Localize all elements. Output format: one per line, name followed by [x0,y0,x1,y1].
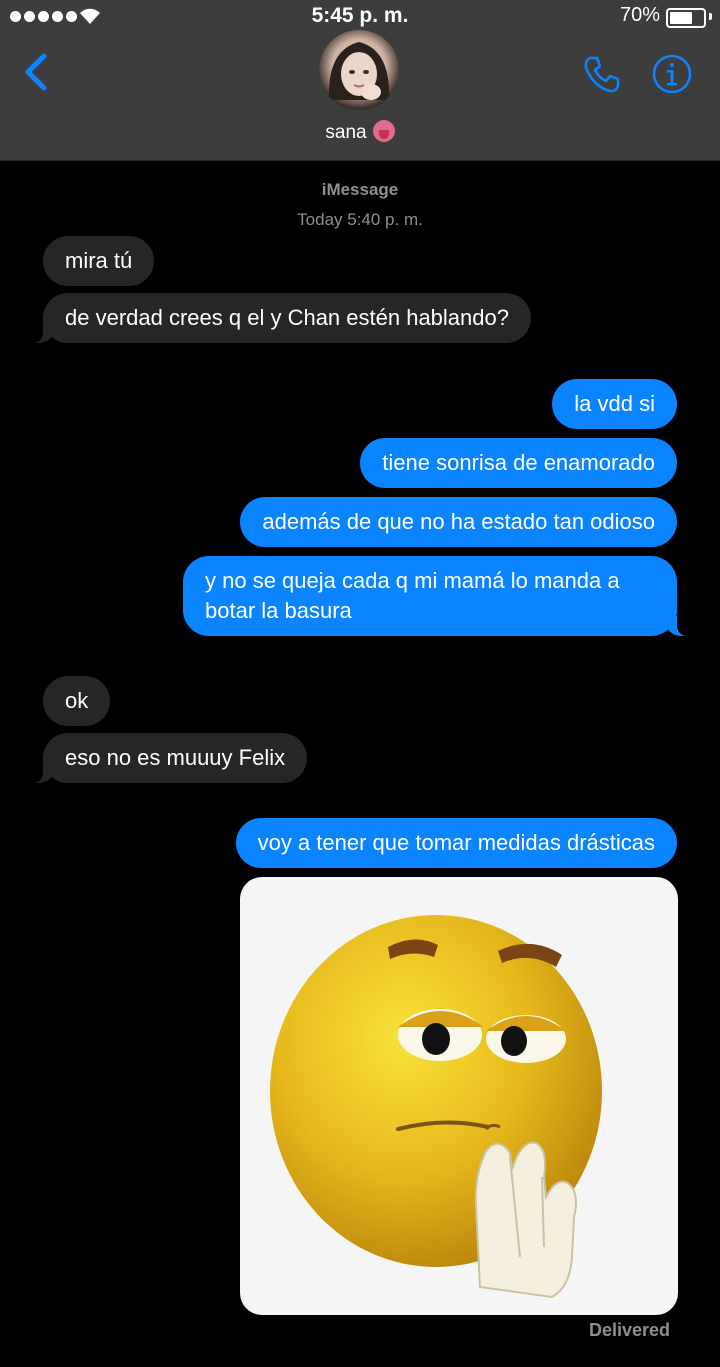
battery-level [670,12,692,24]
contact-name[interactable]: sana [0,120,720,144]
conversation-timestamp: Today 5:40 p. m. [297,210,423,229]
message-text: y no se queja cada q mi mamá lo manda a … [205,568,620,623]
battery-percentage: 70% [619,4,660,26]
phone-icon[interactable] [582,54,622,94]
battery-icon [666,8,706,28]
info-icon[interactable] [652,54,692,94]
contact-name-text: sana [325,122,367,143]
message-bubble-incoming[interactable]: mira tú [43,236,155,286]
message-bubble-outgoing[interactable]: además de que no ha estado tan odioso [240,497,677,547]
conversation-header: 5:45 p. m. 70% sana [0,0,720,161]
message-bubble-outgoing[interactable]: la vdd si [552,379,677,429]
message-bubble-outgoing[interactable]: tiene sonrisa de enamorado [360,438,677,488]
service-label: iMessage [321,180,399,199]
thinking-emoji-image [270,915,602,1299]
battery-tip [709,13,712,20]
message-bubble-incoming[interactable]: ok [43,676,111,726]
tongue-emoji-icon [372,120,395,142]
status-time: 5:45 p. m. [311,4,409,27]
delivery-status: Delivered [588,1320,670,1340]
status-bar: 5:45 p. m. 70% [0,0,720,32]
message-bubble-outgoing[interactable]: voy a tener que tomar medidas drásticas [235,818,677,868]
message-text: de verdad crees q el y Chan estén hablan… [65,305,509,330]
message-bubble-incoming[interactable]: eso no es muuuy Felix [22,733,308,783]
contact-avatar[interactable] [319,30,399,110]
chevron-left-icon[interactable] [20,52,52,92]
message-bubble-incoming[interactable]: de verdad crees q el y Chan estén hablan… [23,293,531,343]
message-bubble-outgoing[interactable]: y no se queja cada q mi mamá lo manda a … [183,556,697,636]
image-message[interactable] [240,877,678,1315]
message-text: eso no es muuuy Felix [65,745,286,770]
